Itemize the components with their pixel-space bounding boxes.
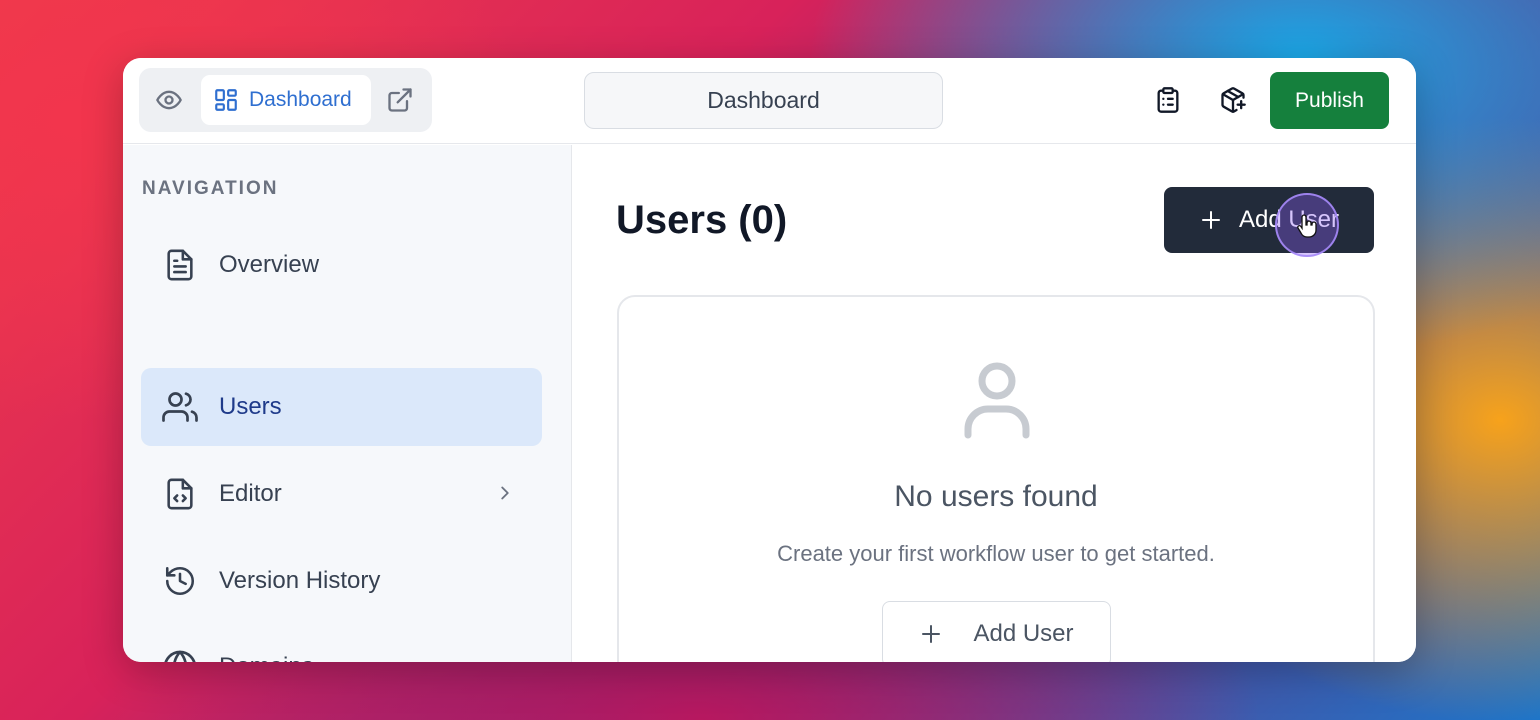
file-text-icon xyxy=(160,245,200,285)
sidebar-item-version-history[interactable]: Version History xyxy=(141,542,542,620)
open-external-button[interactable] xyxy=(379,80,421,120)
hand-pointer-icon xyxy=(1297,214,1317,238)
history-icon xyxy=(160,561,200,601)
empty-add-user-label: Add User xyxy=(973,620,1074,647)
sidebar-item-label: Overview xyxy=(219,251,320,278)
page-title: Users (0) xyxy=(616,198,788,242)
page-name-text: Dashboard xyxy=(707,87,820,113)
dashboard-tab-label: Dashboard xyxy=(249,88,352,111)
package-button[interactable] xyxy=(1215,82,1251,118)
nav-heading: NAVIGATION xyxy=(142,178,279,199)
dashboard-tab[interactable]: Dashboard xyxy=(201,75,371,125)
sidebar-item-overview[interactable]: Overview xyxy=(141,226,542,304)
sidebar-item-label: Editor xyxy=(219,480,282,507)
sidebar-item-editor[interactable]: Editor xyxy=(141,455,542,533)
publish-button[interactable]: Publish xyxy=(1270,72,1389,129)
app-window: Dashboard Dashboard Publish NAVIGATION O… xyxy=(123,58,1416,662)
external-link-icon xyxy=(388,88,412,112)
top-bar: Dashboard Dashboard Publish xyxy=(123,58,1416,144)
sidebar-item-domains[interactable]: Domains xyxy=(141,628,542,662)
plus-icon xyxy=(1201,211,1220,229)
view-switcher: Dashboard xyxy=(139,68,432,132)
chevron-right-icon xyxy=(501,486,509,500)
add-user-button[interactable]: Add User xyxy=(1164,187,1374,253)
empty-state-card: No users found Create your first workflo… xyxy=(617,295,1375,662)
layout-grid-icon xyxy=(215,89,237,111)
preview-button[interactable] xyxy=(149,80,189,120)
sidebar-item-label: Version History xyxy=(219,567,381,594)
user-icon xyxy=(964,362,1030,439)
sidebar: NAVIGATION Overview Users Editor Version… xyxy=(123,145,572,662)
plus-icon xyxy=(922,625,941,643)
page-name-field[interactable]: Dashboard xyxy=(584,72,943,129)
clipboard-list-icon xyxy=(1157,87,1179,113)
empty-add-user-button[interactable]: Add User xyxy=(882,601,1111,662)
globe-icon xyxy=(160,647,200,662)
file-code-icon xyxy=(160,474,200,514)
clipboard-button[interactable] xyxy=(1150,82,1186,118)
empty-state-title: No users found xyxy=(894,480,1098,513)
users-icon xyxy=(160,387,200,427)
package-plus-icon xyxy=(1221,87,1246,113)
sidebar-item-users[interactable]: Users xyxy=(141,368,542,446)
empty-state-message: Create your first workflow user to get s… xyxy=(777,541,1215,566)
sidebar-item-label: Users xyxy=(219,393,282,420)
eye-icon xyxy=(156,90,182,110)
main-content: Users (0) Add User No users found Create… xyxy=(573,145,1416,662)
sidebar-item-label: Domains xyxy=(219,653,314,662)
